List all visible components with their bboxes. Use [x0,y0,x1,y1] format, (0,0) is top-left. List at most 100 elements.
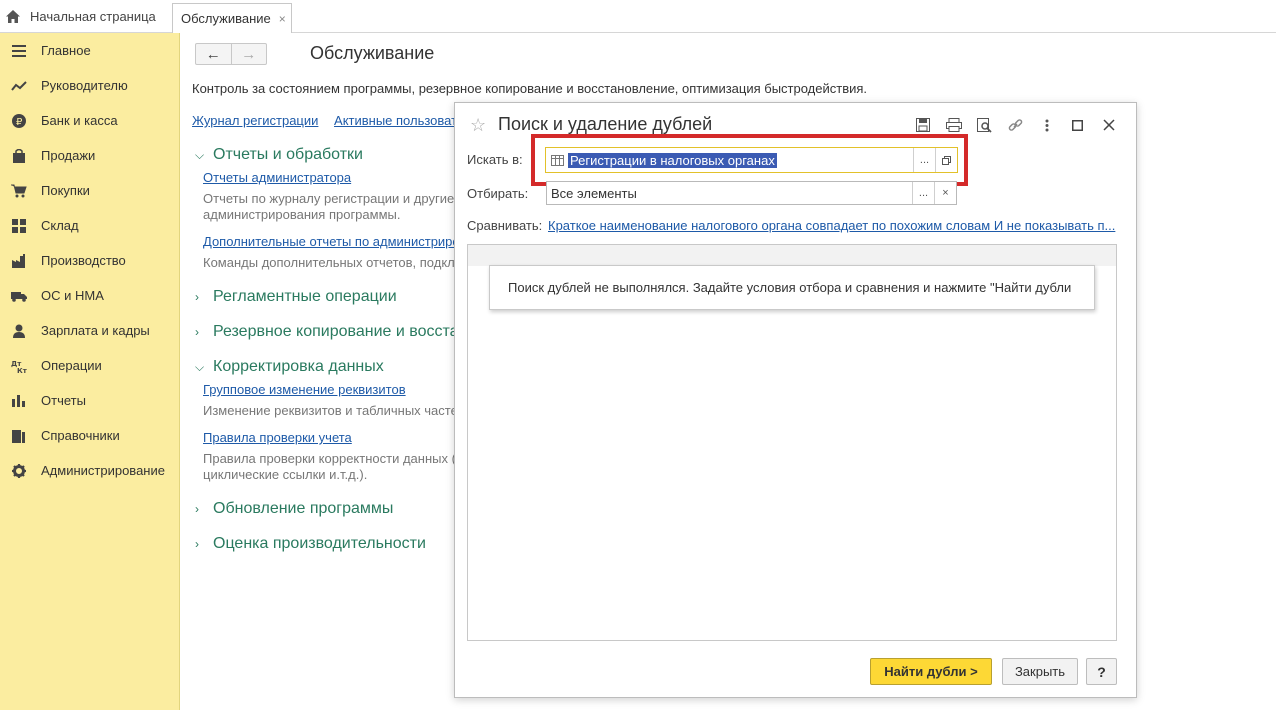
dialog-toolbar [907,115,1124,135]
filter-field[interactable]: Все элементы ... × [546,181,957,205]
person-icon [11,323,27,339]
check-rules-description: Правила проверки корректности данных ( ц… [203,451,456,482]
sidebar-item-salary[interactable]: Зарплата и кадры [0,313,179,348]
tab-home[interactable]: Начальная страница [0,0,168,33]
sidebar-item-main[interactable]: Главное [0,33,179,68]
trend-chart-icon [11,78,27,94]
sidebar-item-label: Зарплата и кадры [41,323,150,338]
link-group-change[interactable]: Групповое изменение реквизитов [203,382,406,397]
nav-buttons: ← → [195,43,267,65]
link-admin-reports[interactable]: Отчеты администратора [203,170,351,185]
section-backup[interactable]: › Резервное копирование и восста [195,323,459,341]
sidebar-item-label: Продажи [41,148,96,163]
sidebar-item-label: Производство [41,253,126,268]
sidebar: Главное Руководителю ₽ Банк и касса Прод… [0,33,180,710]
highlight-frame [531,134,968,186]
dialog-title: Поиск и удаление дублей [498,114,713,134]
section-reports-processing[interactable]: ⌵ Отчеты и обработки [195,146,363,164]
sidebar-item-manager[interactable]: Руководителю [0,68,179,103]
sidebar-item-production[interactable]: Производство [0,243,179,278]
sidebar-item-operations[interactable]: Дт Кт Операции [0,348,179,383]
sidebar-item-label: Отчеты [41,393,86,408]
chevron-right-icon: › [195,537,199,551]
warehouse-grid-icon [11,218,27,234]
results-table[interactable]: Поиск дублей не выполнялся. Задайте усло… [467,244,1117,641]
section-performance[interactable]: › Оценка производительности [195,535,426,553]
gear-icon [11,463,27,479]
close-button[interactable]: Закрыть [1002,658,1078,685]
shopping-bag-icon [11,148,27,164]
sidebar-item-administration[interactable]: Администрирование [0,453,179,488]
chevron-right-icon: › [195,502,199,516]
sidebar-item-label: Покупки [41,183,90,198]
sidebar-item-label: Банк и касса [41,113,118,128]
section-label: Корректировка данных [213,358,384,375]
sidebar-item-catalogs[interactable]: Справочники [0,418,179,453]
shopping-cart-icon [11,183,27,199]
factory-icon [11,253,27,269]
tab-service-label: Обслуживание [181,11,271,26]
link-active-users[interactable]: Активные пользовате [334,113,464,128]
extra-reports-description: Команды дополнительных отчетов, подкл [203,255,455,270]
sidebar-item-label: ОС и НМА [41,288,104,303]
sidebar-item-bank[interactable]: ₽ Банк и касса [0,103,179,138]
svg-text:₽: ₽ [16,117,23,128]
search-in-label: Искать в: [467,152,523,167]
sidebar-item-assets[interactable]: ОС и НМА [0,278,179,313]
sidebar-item-label: Администрирование [41,463,165,478]
section-data-correction[interactable]: ⌵ Корректировка данных [195,358,384,376]
tab-service[interactable]: Обслуживание × [172,3,292,33]
section-label: Отчеты и обработки [213,146,363,163]
section-update[interactable]: › Обновление программы [195,500,393,518]
maximize-icon[interactable] [1062,115,1093,135]
chevron-down-icon: ⌵ [195,147,205,162]
link-check-rules[interactable]: Правила проверки учета [203,430,352,445]
save-icon[interactable] [907,115,938,135]
sidebar-item-sales[interactable]: Продажи [0,138,179,173]
star-icon[interactable]: ☆ [470,115,486,136]
forward-arrow-icon[interactable]: → [232,44,267,64]
compare-label: Сравнивать: [467,218,543,233]
sidebar-item-warehouse[interactable]: Склад [0,208,179,243]
print-icon[interactable] [938,115,969,135]
menu-lines-icon [11,43,27,59]
ruble-coin-icon: ₽ [11,113,27,129]
back-arrow-icon[interactable]: ← [196,44,232,64]
section-routine-operations[interactable]: › Регламентные операции [195,288,397,306]
duplicates-dialog: ☆ Поиск и удаление дублей Искать в: Реги… [454,102,1137,698]
more-vertical-icon[interactable] [1031,115,1062,135]
bar-chart-icon [11,393,27,409]
tab-home-label: Начальная страница [30,9,156,24]
chevron-right-icon: › [195,290,199,304]
page-description: Контроль за состоянием программы, резерв… [192,81,868,96]
section-label: Обновление программы [213,500,394,517]
filter-clear-button[interactable]: × [934,182,956,204]
sidebar-item-purchases[interactable]: Покупки [0,173,179,208]
top-links: Журнал регистрации Активные пользовате [192,113,476,128]
find-duplicates-button[interactable]: Найти дубли > [870,658,992,685]
sidebar-item-label: Операции [41,358,102,373]
page-title: Обслуживание [310,43,435,63]
filter-label: Отбирать: [467,186,529,201]
empty-message: Поиск дублей не выполнялся. Задайте усло… [489,265,1095,310]
section-label: Оценка производительности [213,535,426,552]
filter-ellipsis-button[interactable]: ... [912,182,934,204]
compare-conditions-link[interactable]: Краткое наименование налогового органа с… [548,218,1115,233]
chevron-right-icon: › [195,325,199,339]
books-icon [11,428,27,444]
link-icon[interactable] [1000,115,1031,135]
preview-icon[interactable] [969,115,1000,135]
filter-value: Все элементы [551,185,637,201]
link-extra-admin-reports[interactable]: Дополнительные отчеты по администриро [203,234,460,249]
home-icon [6,10,20,23]
help-button[interactable]: ? [1086,658,1117,685]
svg-text:Кт: Кт [17,367,27,373]
close-icon[interactable] [1093,115,1124,135]
section-label: Резервное копирование и восста [213,323,459,340]
link-event-log[interactable]: Журнал регистрации [192,113,318,128]
dt-kt-icon: Дт Кт [11,358,27,374]
tab-bar: Начальная страница Обслуживание × [0,0,1276,33]
close-tab-icon[interactable]: × [279,12,286,26]
results-header [468,245,1116,266]
sidebar-item-reports[interactable]: Отчеты [0,383,179,418]
